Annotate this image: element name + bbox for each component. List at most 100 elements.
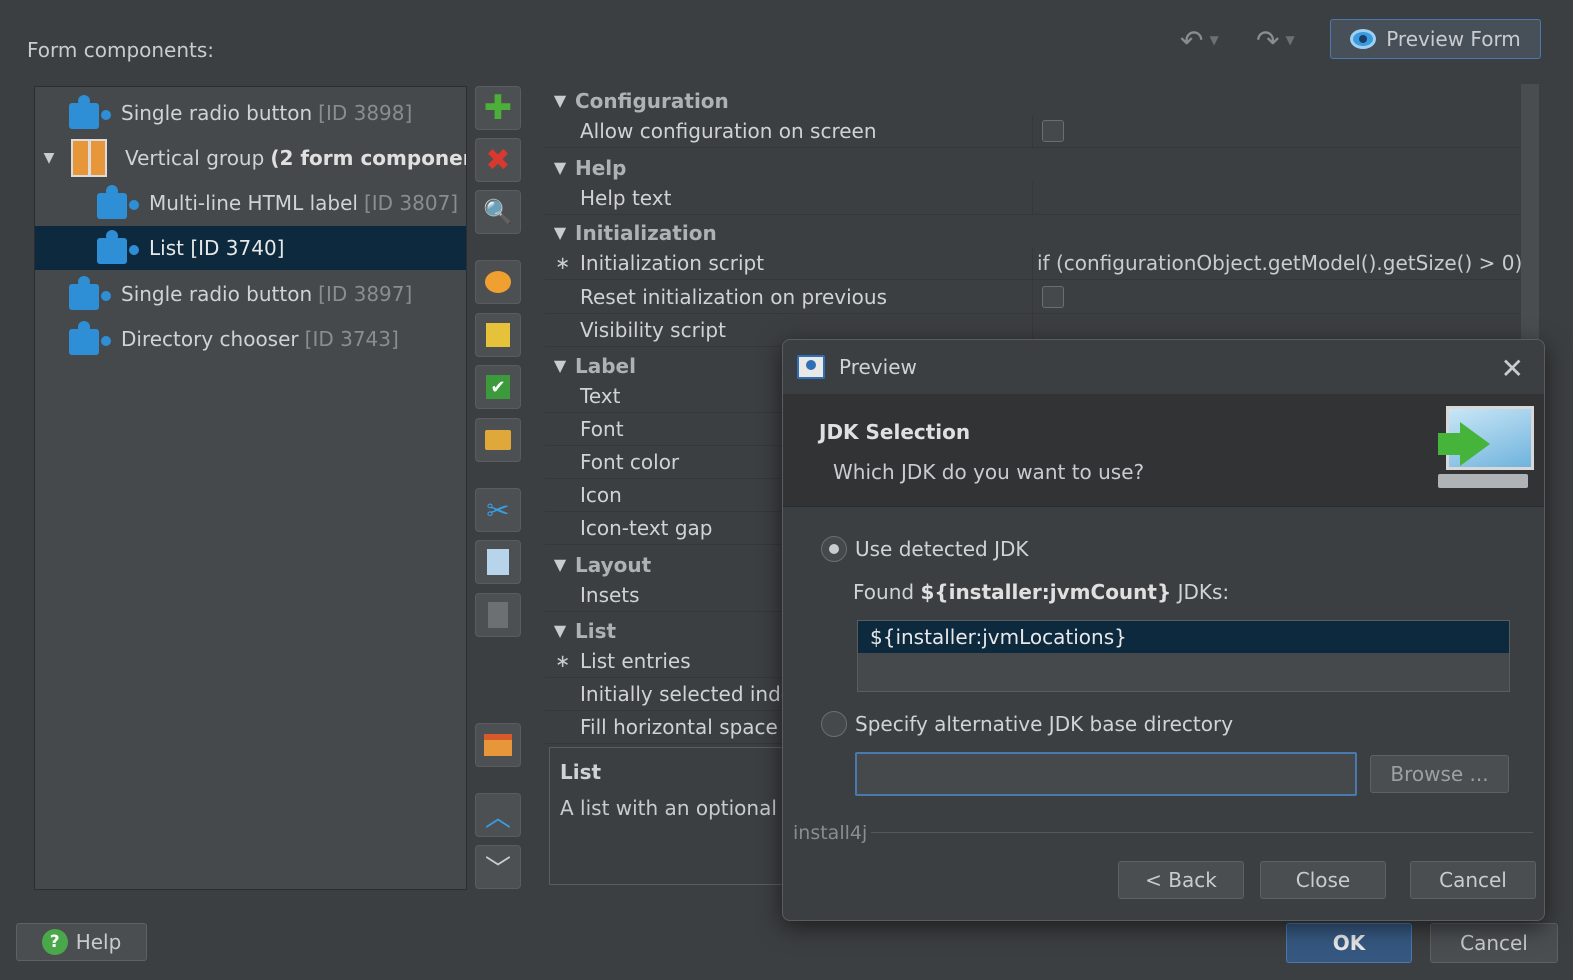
cancel-button[interactable]: Cancel	[1430, 923, 1558, 963]
folder-button[interactable]	[475, 418, 521, 462]
delete-icon: ✖	[485, 142, 511, 178]
tree-item-label: List [ID 3740]	[149, 236, 285, 260]
ok-button[interactable]: OK	[1286, 923, 1412, 963]
found-jdks-label: Found ${installer:jvmCount} JDKs:	[853, 580, 1229, 604]
app-icon	[797, 355, 825, 379]
prop-reset-initialization[interactable]: Reset initialization on previous	[545, 280, 1522, 314]
check-button[interactable]: ✔	[475, 365, 521, 409]
chevron-down-icon: ﹀	[484, 854, 511, 885]
close-button[interactable]: Close	[1260, 861, 1386, 899]
check-icon: ✔	[486, 375, 510, 399]
specify-alt-jdk-label: Specify alternative JDK base directory	[855, 712, 1234, 736]
category-help[interactable]: ▼ Help	[545, 151, 1522, 184]
use-detected-jdk-option[interactable]: Use detected JDK	[821, 536, 1028, 562]
expand-toggle-icon[interactable]: ▼	[39, 150, 59, 166]
tree-item-directory-chooser[interactable]: Directory chooser [ID 3743]	[35, 317, 466, 361]
copy-icon	[487, 549, 509, 575]
back-button[interactable]: < Back	[1118, 861, 1244, 899]
tree-item-list[interactable]: List [ID 3740]	[35, 226, 466, 270]
tree-item-label: Multi-line HTML label	[149, 191, 358, 215]
specify-alt-jdk-option[interactable]: Specify alternative JDK base directory	[821, 711, 1233, 737]
properties-scrollbar[interactable]	[1521, 84, 1539, 340]
move-up-button[interactable]: ︿	[475, 793, 521, 837]
collapse-icon[interactable]: ▼	[545, 223, 575, 242]
category-configuration[interactable]: ▼ Configuration	[545, 84, 1522, 117]
template-button[interactable]	[475, 723, 521, 767]
magnifier-icon: 🔍	[483, 198, 513, 226]
collapse-icon[interactable]: ▼	[545, 356, 575, 375]
jdk-list[interactable]: ${installer:jvmLocations}	[857, 620, 1510, 692]
use-detected-jdk-radio[interactable]	[821, 536, 847, 562]
prop-help-text[interactable]: Help text	[545, 181, 1522, 215]
tree-item-single-radio-button-3897[interactable]: Single radio button [ID 3897]	[35, 272, 466, 316]
dialog-header: JDK Selection Which JDK do you want to u…	[783, 394, 1544, 507]
description-title: List	[560, 760, 602, 784]
chevron-up-icon: ︿	[484, 802, 511, 833]
specify-alt-jdk-radio[interactable]	[821, 711, 847, 737]
required-marker: ∗	[554, 650, 571, 672]
cut-button[interactable]: ✂	[475, 488, 521, 532]
scissors-icon: ✂	[486, 493, 510, 527]
collapse-icon[interactable]: ▼	[545, 158, 575, 177]
chevron-down-icon: ▼	[1209, 33, 1219, 47]
category-label: Layout	[575, 552, 652, 577]
help-icon: ?	[41, 929, 68, 955]
redo-icon: ↷	[1256, 23, 1280, 57]
browse-button[interactable]: Browse ...	[1370, 755, 1509, 793]
list-item[interactable]: ${installer:jvmLocations}	[858, 621, 1509, 653]
search-component-button[interactable]: 🔍	[475, 190, 521, 234]
folder-icon	[485, 430, 511, 450]
tree-item-single-radio-button-3898[interactable]: Single radio button [ID 3898]	[35, 91, 466, 135]
undo-button[interactable]: ↶ ▼	[1180, 22, 1219, 58]
tree-item-label: Directory chooser	[121, 327, 299, 351]
tree-item-id: [ID 3898]	[318, 101, 413, 125]
description-panel: List A list with an optional le	[549, 747, 789, 885]
form-components-tree[interactable]: Single radio button [ID 3898] ▼ Vertical…	[34, 86, 467, 890]
prop-allow-configuration[interactable]: Allow configuration on screen	[545, 114, 1522, 148]
collapse-icon[interactable]: ▼	[545, 555, 575, 574]
tree-item-count: (2 form component...	[270, 146, 466, 170]
tree-item-multiline-html-label[interactable]: Multi-line HTML label [ID 3807]	[35, 181, 466, 225]
form-components-label: Form components:	[27, 38, 215, 62]
eye-icon	[1350, 29, 1377, 49]
note-icon	[486, 323, 510, 347]
puzzle-icon	[65, 276, 105, 312]
collapse-icon[interactable]: ▼	[545, 91, 575, 110]
prop-name: Help text	[580, 186, 672, 210]
comment-icon	[485, 271, 511, 293]
collapse-icon[interactable]: ▼	[545, 621, 575, 640]
move-down-button[interactable]: ﹀	[475, 845, 521, 889]
undo-icon: ↶	[1180, 23, 1204, 57]
use-detected-jdk-label: Use detected JDK	[855, 537, 1029, 561]
monitor-icon	[1438, 406, 1534, 492]
redo-button[interactable]: ↷ ▼	[1256, 22, 1295, 58]
dialog-title: Preview	[839, 355, 917, 379]
comment-button[interactable]	[475, 260, 521, 304]
prop-name: Allow configuration on screen	[580, 119, 877, 143]
dialog-cancel-button[interactable]: Cancel	[1410, 861, 1536, 899]
category-initialization[interactable]: ▼ Initialization	[545, 216, 1522, 249]
reset-init-checkbox[interactable]	[1042, 286, 1064, 308]
prop-name: Reset initialization on previous	[580, 285, 887, 309]
help-button[interactable]: ? Help	[16, 923, 147, 961]
found-var: ${installer:jvmCount}	[920, 580, 1172, 604]
tree-item-label: Single radio button	[121, 282, 313, 306]
alt-jdk-directory-input[interactable]	[855, 752, 1357, 796]
category-label: Help	[575, 155, 627, 180]
plus-icon: ✚	[483, 88, 513, 128]
prop-initialization-script[interactable]: ∗ Initialization script if (configurationO…	[545, 246, 1522, 280]
tree-item-vertical-group[interactable]: ▼ Vertical group (2 form component...	[35, 136, 466, 180]
paste-button[interactable]	[475, 593, 521, 637]
init-script-value[interactable]: if (configurationObject.getModel().getSi…	[1032, 246, 1522, 280]
note-button[interactable]	[475, 313, 521, 357]
close-icon[interactable]: ✕	[1501, 352, 1524, 385]
delete-component-button[interactable]: ✖	[475, 138, 521, 182]
allow-configuration-checkbox[interactable]	[1042, 120, 1064, 142]
header-subtitle: Which JDK do you want to use?	[833, 460, 1145, 484]
category-label: Configuration	[575, 88, 729, 113]
preview-dialog: Preview ✕ JDK Selection Which JDK do you…	[782, 339, 1545, 921]
copy-button[interactable]	[475, 540, 521, 584]
add-component-button[interactable]: ✚	[475, 86, 521, 130]
template-icon	[484, 734, 512, 756]
preview-form-button[interactable]: Preview Form	[1330, 19, 1541, 59]
